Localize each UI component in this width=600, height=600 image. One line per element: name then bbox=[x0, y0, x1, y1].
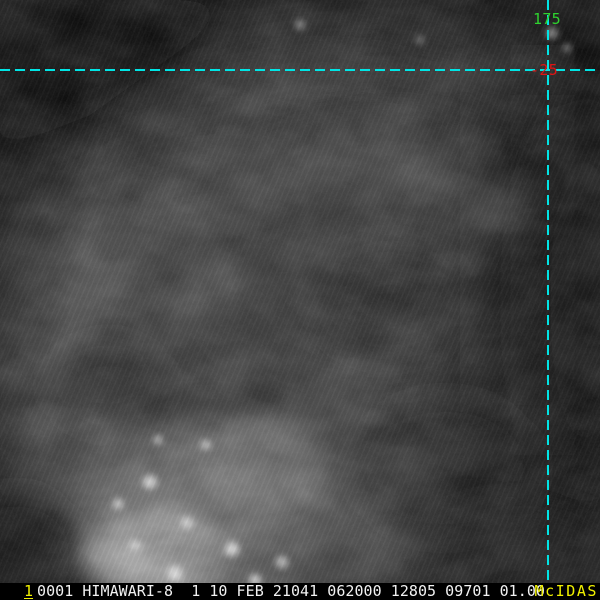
mcidas-window: 175 -25 1 0001 HIMAWARI-8 1 10 FEB 21041… bbox=[0, 0, 600, 600]
status-bar: 1 0001 HIMAWARI-8 1 10 FEB 21041 062000 … bbox=[0, 583, 600, 600]
image-info-label: 0001 HIMAWARI-8 1 10 FEB 21041 062000 12… bbox=[37, 582, 545, 600]
latitude-label: -25 bbox=[530, 61, 558, 79]
longitude-label: 175 bbox=[533, 10, 561, 28]
frame-number-label: 1 bbox=[24, 582, 34, 600]
mcidas-brand-label: McIDAS bbox=[534, 582, 598, 600]
map-grid-overlay bbox=[0, 0, 600, 583]
